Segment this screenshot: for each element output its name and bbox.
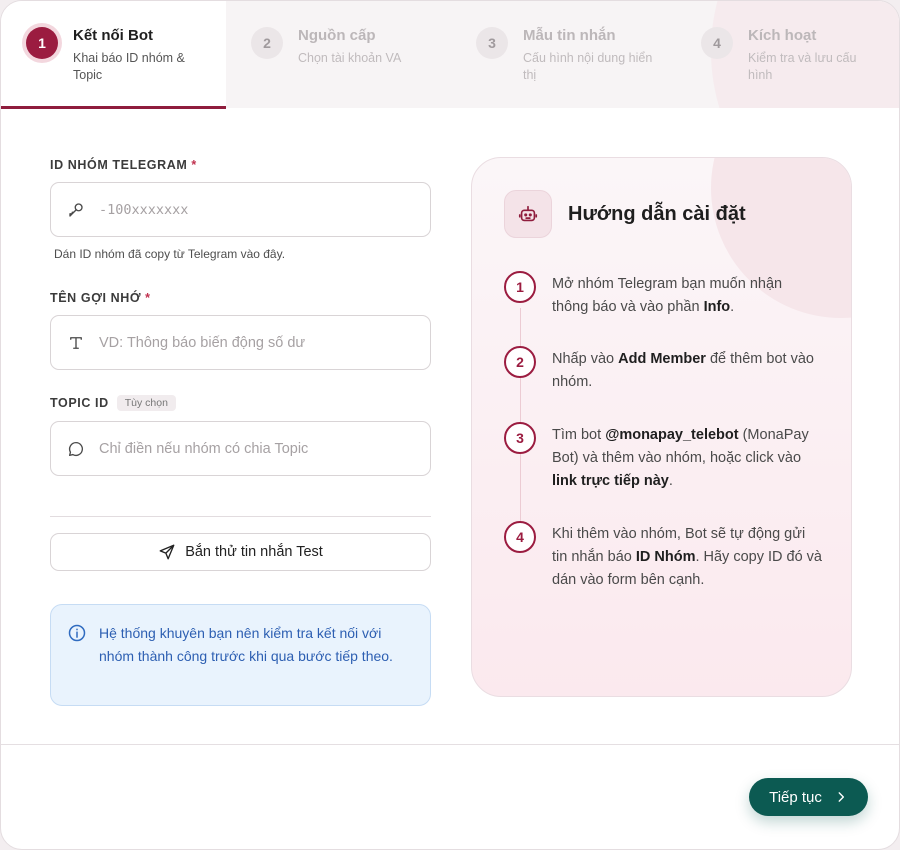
guide-title: Hướng dẫn cài đặt: [568, 202, 746, 225]
step-title: Kích hoạt: [748, 27, 817, 44]
guide-step: 1 Mở nhóm Telegram bạn muốn nhận thông b…: [504, 271, 822, 319]
required-marker: *: [191, 158, 197, 172]
bot-connection-form: ID NHÓM TELEGRAM* Dán ID nhóm đã copy từ…: [50, 158, 431, 706]
step-title: Mẫu tin nhắn: [523, 27, 616, 44]
continue-button[interactable]: Tiếp tục: [749, 778, 868, 816]
guide-step: 3 Tìm bot @monapay_telebot (MonaPay Bot)…: [504, 422, 822, 493]
robot-icon: [504, 190, 552, 238]
text-icon: [67, 334, 85, 352]
step-number: 1: [26, 27, 58, 59]
send-icon: [158, 543, 176, 561]
required-marker: *: [145, 291, 151, 305]
step-description: Cấu hình nội dung hiển thị: [523, 51, 653, 82]
guide-step-number: 3: [504, 422, 536, 454]
info-text: Hệ thống khuyên bạn nên kiểm tra kết nối…: [99, 625, 393, 664]
step-number: 3: [476, 27, 508, 59]
chevron-right-icon: [834, 790, 848, 804]
guide-step: 4 Khi thêm vào nhóm, Bot sẽ tự động gửi …: [504, 521, 822, 592]
topic-id-input[interactable]: [99, 440, 430, 457]
info-notice: Hệ thống khuyên bạn nên kiểm tra kết nối…: [50, 604, 431, 706]
alias-input[interactable]: [99, 334, 430, 351]
step-connect-bot[interactable]: 1 Kết nối Bot Khai báo ID nhóm & Topic: [1, 1, 226, 109]
step-title: Nguồn cấp: [298, 27, 376, 44]
step-number: 4: [701, 27, 733, 59]
group-id-input[interactable]: [99, 201, 430, 218]
optional-badge: Tùy chọn: [116, 395, 176, 411]
send-test-message-button[interactable]: Bắn thử tin nhắn Test: [50, 533, 431, 571]
group-id-label: ID NHÓM TELEGRAM *: [50, 158, 197, 172]
guide-step-text: Khi thêm vào nhóm, Bot sẽ tự động gửi ti…: [552, 526, 822, 588]
topic-id-label: TOPIC ID Tùy chọn: [50, 395, 431, 411]
step-title: Kết nối Bot: [73, 27, 153, 44]
direct-link[interactable]: link trực tiếp này: [552, 473, 669, 489]
step-number: 2: [251, 27, 283, 59]
wizard-stepper: 1 Kết nối Bot Khai báo ID nhóm & Topic 2…: [1, 1, 899, 109]
group-id-field[interactable]: [50, 182, 431, 237]
alias-label: TÊN GỢI NHỚ *: [50, 291, 151, 305]
step-source[interactable]: 2 Nguồn cấp Chọn tài khoản VA: [226, 1, 451, 108]
step-description: Kiểm tra và lưu cấu hình: [748, 51, 857, 82]
guide-step-text: Tìm bot @monapay_telebot (MonaPay Bot) v…: [552, 427, 809, 489]
footer-divider: [1, 744, 899, 745]
guide-step-number: 2: [504, 346, 536, 378]
step-description: Chọn tài khoản VA: [298, 51, 402, 65]
form-divider: [50, 516, 431, 517]
guide-step: 2 Nhấp vào Add Member để thêm bot vào nh…: [504, 346, 822, 394]
setup-guide-panel: Hướng dẫn cài đặt 1 Mở nhóm Telegram bạn…: [471, 157, 852, 697]
guide-step-number: 4: [504, 521, 536, 553]
guide-header: Hướng dẫn cài đặt: [504, 190, 746, 238]
group-id-hint: Dán ID nhóm đã copy từ Telegram vào đây.: [54, 247, 286, 261]
setup-wizard-card: 1 Kết nối Bot Khai báo ID nhóm & Topic 2…: [0, 0, 900, 850]
guide-step-text: Mở nhóm Telegram bạn muốn nhận thông báo…: [552, 276, 783, 315]
guide-step-number: 1: [504, 271, 536, 303]
info-icon: [67, 622, 87, 705]
step-message-template[interactable]: 3 Mẫu tin nhắn Cấu hình nội dung hiển th…: [451, 1, 676, 108]
topic-id-field[interactable]: [50, 421, 431, 476]
key-icon: [67, 201, 85, 219]
alias-field[interactable]: [50, 315, 431, 370]
chat-bubble-icon: [67, 440, 85, 458]
step-activate[interactable]: 4 Kích hoạt Kiểm tra và lưu cấu hình: [676, 1, 899, 108]
step-description: Khai báo ID nhóm & Topic: [73, 51, 185, 82]
guide-step-text: Nhấp vào Add Member để thêm bot vào nhóm…: [552, 351, 814, 390]
